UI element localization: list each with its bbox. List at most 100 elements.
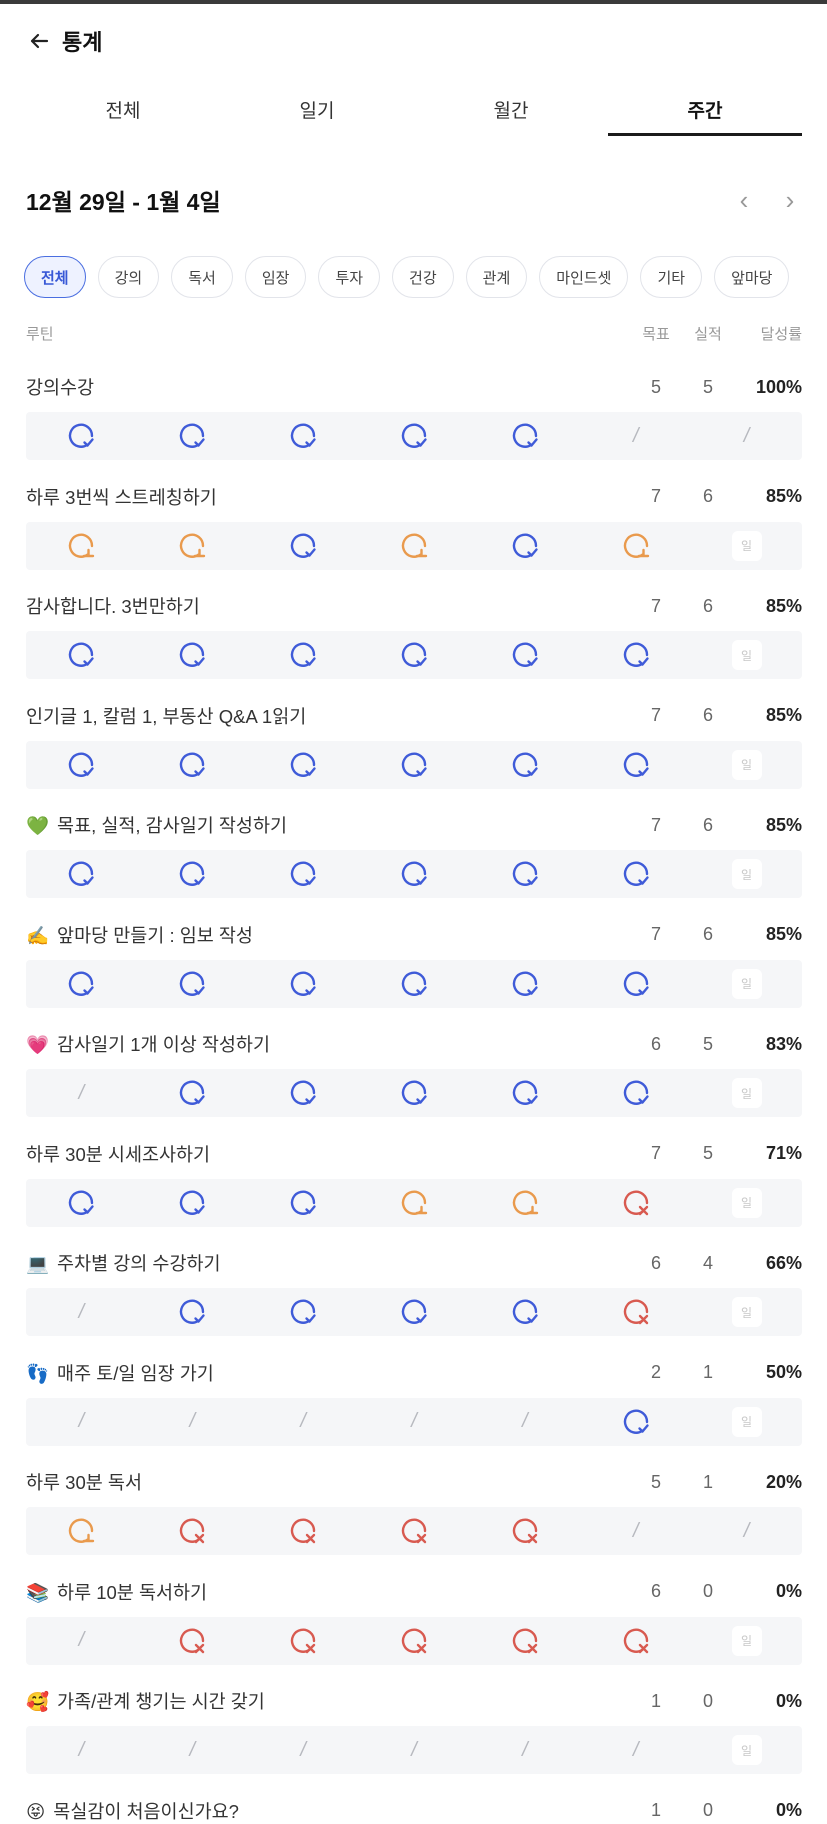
day-cell[interactable] (580, 1398, 691, 1446)
routine-header[interactable]: 🥰 가족/관계 챙기는 시간 갖기 1 0 0% (26, 1676, 802, 1726)
day-cell[interactable]: 일 (691, 631, 802, 679)
tab-monthly[interactable]: 월간 (414, 88, 608, 136)
day-cell[interactable]: 일 (691, 741, 802, 789)
day-cell[interactable] (26, 850, 137, 898)
category-chip[interactable]: 강의 (97, 256, 160, 298)
day-cell[interactable] (580, 1288, 691, 1336)
back-button[interactable] (26, 28, 52, 54)
day-cell[interactable] (359, 1288, 470, 1336)
day-cell[interactable]: 일 (691, 1617, 802, 1665)
day-cell[interactable] (248, 1179, 359, 1227)
day-cell[interactable] (469, 850, 580, 898)
day-cell[interactable] (248, 1288, 359, 1336)
routine-header[interactable]: 강의수강 5 5 100% (26, 362, 802, 412)
day-cell[interactable] (469, 522, 580, 570)
day-cell[interactable] (359, 741, 470, 789)
routine-header[interactable]: ✍️ 앞마당 만들기 : 임보 작성 7 6 85% (26, 910, 802, 960)
day-cell[interactable]: 일 (691, 850, 802, 898)
routine-header[interactable]: 💗 감사일기 1개 이상 작성하기 6 5 83% (26, 1019, 802, 1069)
day-cell[interactable] (26, 412, 137, 460)
routine-header[interactable]: 하루 30분 독서 5 1 20% (26, 1457, 802, 1507)
chevron-right-icon[interactable]: › (778, 185, 802, 216)
day-cell[interactable]: 일 (691, 960, 802, 1008)
category-chip[interactable]: 건강 (392, 256, 454, 298)
day-cell[interactable] (580, 741, 691, 789)
routine-header[interactable]: 감사합니다. 3번만하기 7 6 85% (26, 581, 802, 631)
tab-weekly[interactable]: 주간 (608, 88, 802, 136)
day-cell[interactable] (26, 741, 137, 789)
routine-header[interactable]: 하루 30분 시세조사하기 7 5 71% (26, 1129, 802, 1179)
day-cell[interactable]: 일 (691, 1398, 802, 1446)
routine-header[interactable]: 😝 목실감이 처음이신가요? 1 0 0% (26, 1786, 802, 1824)
day-cell[interactable] (137, 960, 248, 1008)
routine-header[interactable]: 👣 매주 토/일 임장 가기 2 1 50% (26, 1348, 802, 1398)
day-cell[interactable] (248, 741, 359, 789)
day-cell[interactable] (469, 1507, 580, 1555)
day-cell[interactable] (469, 1069, 580, 1117)
day-cell[interactable] (469, 1617, 580, 1665)
day-cell[interactable] (137, 522, 248, 570)
routine-header[interactable]: 💻 주차별 강의 수강하기 6 4 66% (26, 1238, 802, 1288)
day-cell[interactable] (137, 631, 248, 679)
day-cell[interactable] (248, 522, 359, 570)
day-cell[interactable] (137, 741, 248, 789)
day-cell[interactable] (137, 1179, 248, 1227)
tab-all[interactable]: 전체 (26, 88, 220, 136)
day-cell[interactable] (248, 850, 359, 898)
routine-header[interactable]: 💚 목표, 실적, 감사일기 작성하기 7 6 85% (26, 800, 802, 850)
day-cell[interactable] (26, 1179, 137, 1227)
day-cell[interactable] (359, 960, 470, 1008)
day-cell[interactable]: 일 (691, 1069, 802, 1117)
day-cell[interactable] (359, 1507, 470, 1555)
day-cell[interactable] (359, 1617, 470, 1665)
day-cell[interactable] (137, 412, 248, 460)
day-cell[interactable]: 일 (691, 1726, 802, 1774)
tab-daily[interactable]: 일기 (220, 88, 414, 136)
day-cell[interactable] (469, 1288, 580, 1336)
day-cell[interactable] (469, 631, 580, 679)
routine-header[interactable]: 인기글 1, 칼럼 1, 부동산 Q&A 1읽기 7 6 85% (26, 691, 802, 741)
category-chip[interactable]: 마인드셋 (539, 256, 629, 298)
day-cell[interactable] (469, 1179, 580, 1227)
routine-header[interactable]: 하루 3번씩 스트레칭하기 7 6 85% (26, 472, 802, 522)
day-cell[interactable] (26, 1507, 137, 1555)
day-cell[interactable] (359, 522, 470, 570)
day-cell[interactable]: 일 (691, 1288, 802, 1336)
day-cell[interactable] (248, 960, 359, 1008)
day-cell[interactable] (137, 850, 248, 898)
day-cell[interactable] (248, 1507, 359, 1555)
day-cell[interactable] (359, 1069, 470, 1117)
day-cell[interactable] (26, 631, 137, 679)
day-cell[interactable] (580, 631, 691, 679)
chevron-left-icon[interactable]: ‹ (732, 185, 756, 216)
category-chip[interactable]: 독서 (171, 256, 233, 298)
category-chip[interactable]: 관계 (465, 256, 528, 298)
day-cell[interactable] (248, 631, 359, 679)
day-cell[interactable] (359, 631, 470, 679)
day-cell[interactable] (580, 1179, 691, 1227)
day-cell[interactable] (359, 850, 470, 898)
category-chip[interactable]: 기타 (640, 256, 703, 298)
day-cell[interactable]: 일 (691, 1179, 802, 1227)
category-chip[interactable]: 임장 (244, 256, 307, 298)
day-cell[interactable] (248, 1069, 359, 1117)
day-cell[interactable] (580, 1069, 691, 1117)
day-cell[interactable] (137, 1288, 248, 1336)
category-chip[interactable]: 전체 (24, 256, 86, 298)
day-cell[interactable] (137, 1507, 248, 1555)
category-chip[interactable]: 투자 (318, 256, 381, 298)
day-cell[interactable] (137, 1069, 248, 1117)
day-cell[interactable] (359, 412, 470, 460)
day-cell[interactable] (469, 741, 580, 789)
day-cell[interactable]: 일 (691, 522, 802, 570)
day-cell[interactable] (359, 1179, 470, 1227)
day-cell[interactable] (26, 522, 137, 570)
day-cell[interactable] (580, 960, 691, 1008)
day-cell[interactable] (469, 960, 580, 1008)
day-cell[interactable] (580, 850, 691, 898)
day-cell[interactable] (137, 1617, 248, 1665)
day-cell[interactable] (469, 412, 580, 460)
routine-header[interactable]: 📚 하루 10분 독서하기 6 0 0% (26, 1567, 802, 1617)
day-cell[interactable] (580, 522, 691, 570)
day-cell[interactable] (580, 1617, 691, 1665)
